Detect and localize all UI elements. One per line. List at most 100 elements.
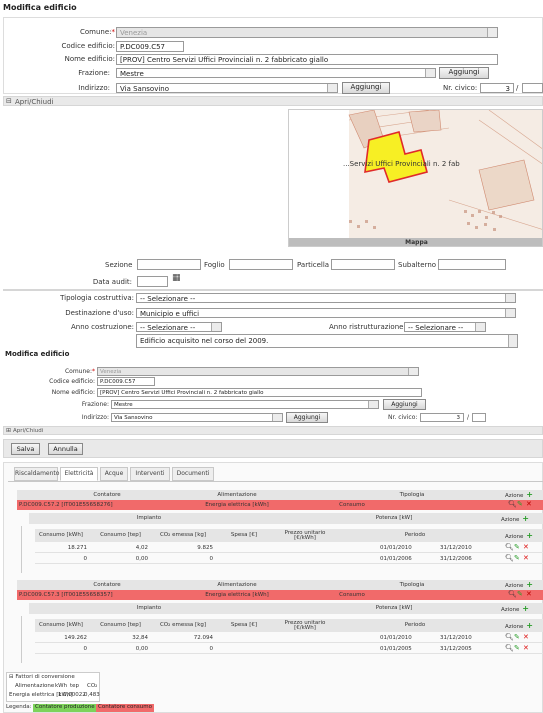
tab-acque[interactable]: Acque [100, 467, 128, 481]
add-icon[interactable]: + [519, 514, 529, 523]
col-tipologia: Tipologia [399, 492, 425, 498]
tab-documenti[interactable]: Documenti [172, 467, 214, 481]
aggiungi-indirizzo-button[interactable]: Aggiungi [342, 82, 390, 94]
particella-input[interactable] [331, 259, 395, 270]
section-title: Modifica edificio [5, 350, 70, 358]
civico-separator: / [516, 84, 519, 92]
search-icon[interactable]: 🔍︎ [505, 544, 514, 551]
delete-icon[interactable]: ✕ [523, 645, 529, 652]
legenda-consumo: Contatore consumo [96, 704, 154, 712]
codice-label: Codice edificio: [61, 42, 115, 50]
note-textarea[interactable]: Edificio acquisito nel corso del 2009. [136, 334, 518, 348]
indirizzo-select-2[interactable]: Via Sansovino [111, 413, 283, 422]
civico-separator-2: / [467, 414, 470, 421]
search-icon[interactable]: 🔍︎ [508, 591, 517, 598]
frazione-select[interactable]: Mestre [116, 68, 436, 78]
consumo-row: 149.262 32,84 72.094 01/01/2010 31/12/20… [35, 633, 543, 643]
delete-icon[interactable]: ✕ [526, 591, 532, 598]
data-audit-input[interactable] [137, 276, 168, 287]
sezione-label: Sezione [105, 261, 133, 269]
page-title: Modifica edificio [3, 3, 77, 12]
tab-riscaldamento[interactable]: Riscaldamento [14, 467, 59, 481]
toggle-bar-top[interactable]: ⊟ Apri/Chiudi [3, 96, 543, 106]
comune-label: Comune:* [79, 28, 115, 36]
frazione-select-2[interactable]: Mestre [111, 400, 379, 409]
comune-select[interactable]: Venezia [116, 27, 498, 38]
foglio-label: Foglio [204, 261, 225, 269]
delete-icon[interactable]: ✕ [526, 501, 532, 508]
comune-label-2: Comune:* [64, 368, 95, 375]
edit-icon[interactable]: ✎ [514, 645, 520, 652]
col-alimentazione: Alimentazione [217, 492, 257, 498]
add-icon[interactable]: + [523, 580, 533, 589]
frazione-label: Frazione: [78, 69, 110, 77]
subalterno-label: Subalterno [398, 261, 437, 269]
edit-icon[interactable]: ✎ [517, 591, 523, 598]
consumo-row: 0 0,00 0 01/01/2005 31/12/2005 🔍︎ ✎ ✕ [35, 644, 543, 654]
nome-label-2: Nome edificio: [51, 389, 95, 396]
edit-icon[interactable]: ✎ [514, 555, 520, 562]
meter-row[interactable]: P.DC009.C57.2 [IT001E55658276] Energia e… [17, 500, 543, 510]
anno-ristrutturazione-select[interactable]: -- Selezionare -- [404, 322, 486, 332]
comune-select-2[interactable]: Venezia [97, 367, 419, 376]
edit-icon[interactable]: ✎ [517, 501, 523, 508]
meter-table-1: Contatore Alimentazione Tipologia Azione… [17, 490, 543, 573]
destinazione-select[interactable]: Municipio e uffici [136, 308, 516, 318]
legenda-label: Legenda: [6, 704, 32, 710]
annulla-button[interactable]: Annulla [48, 443, 83, 455]
aggiungi-frazione-button[interactable]: Aggiungi [439, 67, 489, 79]
indirizzo-select[interactable]: Via Sansovino [116, 83, 338, 93]
tipologia-select[interactable]: -- Selezionare -- [136, 293, 516, 303]
aggiungi-indirizzo-button-2[interactable]: Aggiungi [286, 412, 328, 423]
consumo-row: 0 0,00 0 01/01/2006 31/12/2006 🔍︎ ✎ ✕ [35, 554, 543, 564]
indirizzo-label-2: Indirizzo: [81, 414, 109, 421]
meter-table-2: Contatore Alimentazione Tipologia Azione… [17, 580, 543, 663]
add-icon[interactable]: + [523, 531, 533, 540]
add-icon[interactable]: + [523, 621, 533, 630]
codice-input-2[interactable]: P.DC009.C57 [97, 377, 155, 386]
civico-suffix-input[interactable] [522, 83, 543, 93]
indirizzo-label: Indirizzo: [78, 84, 110, 92]
search-icon[interactable]: 🔍︎ [508, 501, 517, 508]
codice-input[interactable]: P.DC009.C57 [116, 41, 184, 52]
anno-costruzione-label: Anno costruzione: [70, 323, 134, 331]
particella-label: Particella [297, 261, 330, 269]
fattori-box: ⊟ Fattori di conversione Alimentazione k… [6, 672, 100, 702]
subalterno-input[interactable] [438, 259, 506, 270]
col-contatore: Contatore [93, 492, 121, 498]
salva-button[interactable]: Salva [11, 443, 40, 455]
tab-interventi[interactable]: Interventi [130, 467, 170, 481]
tab-elettricita[interactable]: Elettricità [60, 467, 98, 481]
search-icon[interactable]: 🔍︎ [505, 555, 514, 562]
delete-icon[interactable]: ✕ [523, 555, 529, 562]
data-audit-label: Data audit: [92, 278, 132, 286]
search-icon[interactable]: 🔍︎ [505, 645, 514, 652]
anno-ristrutturazione-label: Anno ristrutturazione: [329, 323, 406, 331]
map-panel[interactable]: ...Servizi Uffici Provinciali n. 2 fab M… [288, 109, 543, 247]
delete-icon[interactable]: ✕ [523, 634, 529, 641]
aggiungi-frazione-button-2[interactable]: Aggiungi [383, 399, 426, 410]
nome-input[interactable]: [PROV] Centro Servizi Uffici Provinciali… [116, 54, 498, 65]
map-caption: Mappa [289, 238, 542, 246]
actions-bar [3, 439, 543, 458]
meter-row[interactable]: P.DC009.C57.3 [IT001E55658357] Energia e… [17, 590, 543, 600]
toggle-bar-2[interactable]: ⊞ Apri/Chiudi [3, 426, 543, 435]
codice-label-2: Codice edificio: [49, 378, 95, 385]
calendar-icon[interactable]: ▦ [172, 274, 181, 283]
civico-suffix-input-2[interactable] [472, 413, 486, 422]
plus-icon: ⊟ [6, 97, 12, 105]
edit-icon[interactable]: ✎ [514, 634, 520, 641]
search-icon[interactable]: 🔍︎ [505, 634, 514, 641]
anno-costruzione-select[interactable]: -- Selezionare -- [136, 322, 222, 332]
civico-input[interactable]: 3 [480, 83, 514, 93]
foglio-input[interactable] [229, 259, 293, 270]
map-image [289, 110, 542, 238]
nome-input-2[interactable]: [PROV] Centro Servizi Uffici Provinciali… [97, 388, 422, 397]
add-icon[interactable]: + [519, 604, 529, 613]
edit-icon[interactable]: ✎ [514, 544, 520, 551]
sezione-input[interactable] [137, 259, 201, 270]
consumo-row: 18.271 4,02 9.825 01/01/2010 31/12/2010 … [35, 543, 543, 553]
add-icon[interactable]: + [523, 490, 533, 499]
delete-icon[interactable]: ✕ [523, 544, 529, 551]
civico-input-2[interactable]: 3 [420, 413, 464, 422]
